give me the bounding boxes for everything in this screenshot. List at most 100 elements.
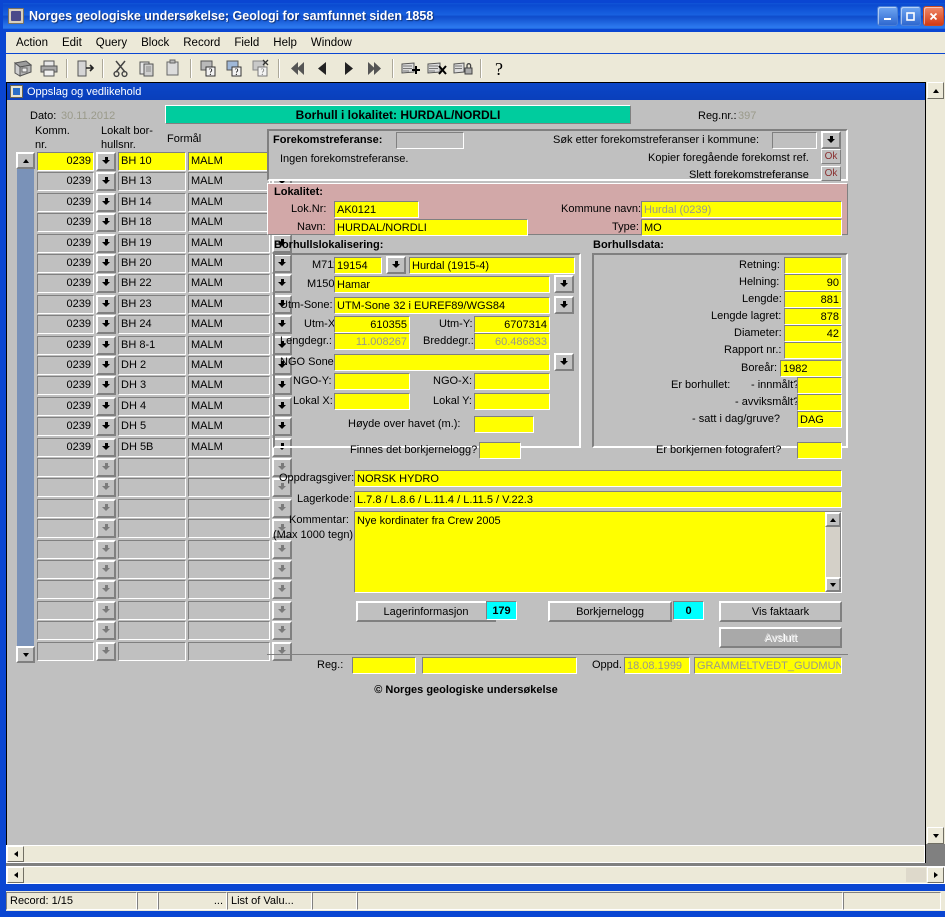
oppdragsgiver-field[interactable]: NORSK HYDRO (354, 470, 842, 487)
lokaly-field[interactable] (474, 393, 550, 410)
avslutt-button[interactable]: Avslutt (719, 627, 842, 648)
grid-cell-borhullsnr[interactable] (118, 539, 186, 559)
ngosone-field[interactable] (334, 354, 550, 371)
grid-cell-borhullsnr[interactable] (118, 458, 186, 477)
grid-cell-kommune-nr[interactable]: 0239 (37, 294, 94, 314)
grid-cell-formal[interactable] (188, 580, 270, 600)
oppd-user-field[interactable]: GRAMMELTVEDT_GUDMUND (694, 657, 842, 674)
grid-cell-kommune-nr[interactable] (37, 560, 94, 579)
grid-cell-borhullsnr[interactable]: DH 3 (118, 376, 186, 396)
grid-cell-borhullsnr[interactable] (118, 498, 186, 518)
grid-cell-formal[interactable]: MALM (188, 152, 270, 171)
kommune-navn-field[interactable]: Hurdal (0239) (641, 201, 842, 218)
copy-icon[interactable] (134, 56, 160, 80)
help-icon[interactable]: ? (486, 56, 512, 80)
grid-formal-lov-button[interactable] (272, 641, 292, 661)
cut-icon[interactable] (108, 56, 134, 80)
grid-cell-borhullsnr[interactable]: BH 19 (118, 233, 186, 253)
m1501-field[interactable]: Hamar (334, 276, 550, 293)
search-kommune-field[interactable] (772, 132, 817, 149)
grid-cell-kommune-nr[interactable] (37, 498, 94, 518)
utmy-field[interactable]: 6707314 (474, 316, 550, 333)
enter-query-icon[interactable]: ? (196, 56, 222, 80)
grid-cell-kommune-nr[interactable]: 0239 (37, 213, 94, 233)
grid-cell-formal[interactable] (188, 498, 270, 518)
grid-cell-formal[interactable] (188, 519, 270, 539)
grid-cell-borhullsnr[interactable]: BH 14 (118, 192, 186, 212)
grid-cell-kommune-nr[interactable]: 0239 (37, 417, 94, 437)
grid-cell-formal[interactable]: MALM (188, 294, 270, 314)
grid-cell-kommune-nr[interactable]: 0239 (37, 437, 94, 457)
copy-forekomst-ok-button[interactable]: Ok (821, 149, 841, 164)
mdi-scroll-right-button[interactable] (927, 867, 944, 883)
grid-cell-kommune-nr[interactable]: 0239 (37, 172, 94, 192)
grid-kommune-lov-button[interactable] (96, 478, 116, 498)
grid-cell-kommune-nr[interactable]: 0239 (37, 152, 94, 171)
form-horizontal-scrollbar[interactable] (6, 845, 925, 863)
grid-cell-formal[interactable]: MALM (188, 335, 270, 355)
grid-cell-borhullsnr[interactable] (118, 621, 186, 641)
menu-item-block[interactable]: Block (134, 35, 176, 51)
lengde-lagret-field[interactable]: 878 (784, 308, 842, 325)
grid-kommune-lov-button[interactable] (96, 641, 116, 661)
insert-record-icon[interactable] (398, 56, 424, 80)
grid-cell-formal[interactable] (188, 641, 270, 661)
grid-cell-kommune-nr[interactable]: 0239 (37, 335, 94, 355)
search-kommune-lov-button[interactable] (821, 131, 841, 149)
exit-icon[interactable] (72, 56, 98, 80)
grid-cell-kommune-nr[interactable] (37, 580, 94, 600)
grid-kommune-lov-button[interactable] (96, 417, 116, 437)
grid-kommune-lov-button[interactable] (96, 498, 116, 518)
utmsone-field[interactable]: UTM-Sone 32 i EUREF89/WGS84 (334, 297, 550, 314)
grid-cell-formal[interactable] (188, 560, 270, 579)
grid-cell-formal[interactable]: MALM (188, 396, 270, 416)
grid-kommune-lov-button[interactable] (96, 192, 116, 212)
grid-cell-borhullsnr[interactable]: BH 22 (118, 274, 186, 294)
m1501-lov-button[interactable] (554, 275, 574, 293)
dag-gruve-field[interactable]: DAG (797, 411, 842, 428)
kommentar-scroll-up-button[interactable] (825, 512, 841, 527)
menu-item-window[interactable]: Window (304, 35, 359, 51)
delete-forekomst-ok-button[interactable]: Ok (821, 166, 841, 181)
form-scroll-up-button[interactable] (927, 82, 944, 99)
previous-record-icon[interactable] (310, 56, 336, 80)
grid-cell-borhullsnr[interactable]: BH 13 (118, 172, 186, 192)
forekomst-field[interactable] (396, 132, 464, 149)
ngoy-field[interactable] (334, 373, 410, 390)
grid-kommune-lov-button[interactable] (96, 458, 116, 477)
lokalx-field[interactable] (334, 393, 410, 410)
grid-kommune-lov-button[interactable] (96, 315, 116, 335)
grid-kommune-lov-button[interactable] (96, 294, 116, 314)
last-record-icon[interactable] (362, 56, 388, 80)
grid-cell-kommune-nr[interactable] (37, 458, 94, 477)
paste-icon[interactable] (160, 56, 186, 80)
grid-cell-formal[interactable] (188, 600, 270, 620)
grid-cell-formal[interactable]: MALM (188, 192, 270, 212)
lock-record-icon[interactable] (450, 56, 476, 80)
grid-cell-borhullsnr[interactable]: DH 5B (118, 437, 186, 457)
grid-cell-borhullsnr[interactable] (118, 560, 186, 579)
oppd-date-field[interactable]: 18.08.1999 (624, 657, 690, 674)
next-record-icon[interactable] (336, 56, 362, 80)
grid-kommune-lov-button[interactable] (96, 213, 116, 233)
cancel-query-icon[interactable]: ? (248, 56, 274, 80)
grid-cell-formal[interactable]: MALM (188, 172, 270, 192)
menu-item-record[interactable]: Record (176, 35, 227, 51)
grid-kommune-lov-button[interactable] (96, 356, 116, 375)
grid-cell-kommune-nr[interactable]: 0239 (37, 192, 94, 212)
grid-cell-borhullsnr[interactable]: DH 4 (118, 396, 186, 416)
grid-cell-borhullsnr[interactable]: BH 20 (118, 254, 186, 273)
utmsone-lov-button[interactable] (554, 296, 574, 314)
grid-cell-kommune-nr[interactable] (37, 621, 94, 641)
kommentar-textarea[interactable]: Nye kordinater fra Crew 2005 (354, 511, 842, 593)
grid-formal-lov-button[interactable] (272, 621, 292, 641)
innmalt-field[interactable] (797, 377, 842, 394)
hoyde-field[interactable] (474, 416, 534, 433)
grid-cell-borhullsnr[interactable] (118, 478, 186, 498)
grid-cell-formal[interactable]: MALM (188, 417, 270, 437)
vis-faktaark-button[interactable]: Vis faktaark (719, 601, 842, 622)
lengdegr-field[interactable]: 11.008267 (334, 333, 410, 350)
print-icon[interactable] (36, 56, 62, 80)
rapport-field[interactable] (784, 342, 842, 359)
menu-item-action[interactable]: Action (9, 35, 55, 51)
